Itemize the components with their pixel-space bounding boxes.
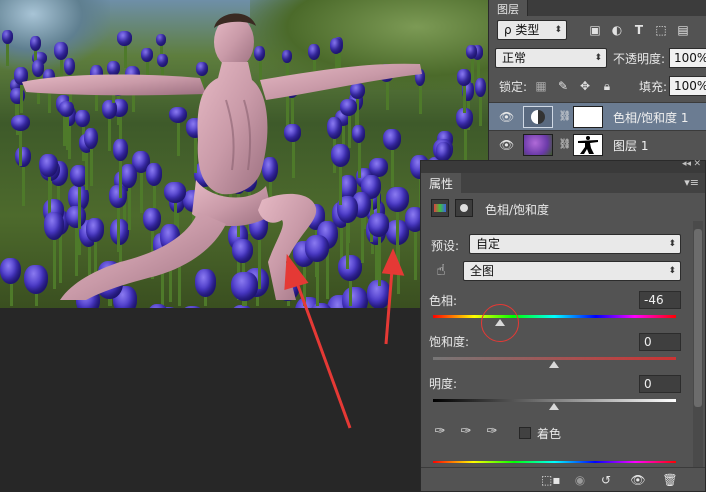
targeted-adjustment-hand-icon[interactable]: ☝: [431, 262, 451, 282]
spectrum-preview-bar: [433, 461, 676, 463]
adjustment-filter-icon[interactable]: ◐: [609, 22, 625, 38]
opacity-input[interactable]: 100%: [669, 48, 706, 68]
trash-icon[interactable]: 🗑︎: [661, 471, 679, 489]
fill-input[interactable]: 100%: [669, 76, 706, 96]
type-filter-icon[interactable]: T: [631, 22, 647, 38]
layers-panel: 图层 ρ 类型 ⬍ ▣ ◐ T ⬚ ▤ 正常 ⬍ 不透明度: 100% 锁定: …: [488, 0, 706, 160]
blend-mode-select[interactable]: 正常 ⬍: [495, 48, 607, 68]
opacity-label: 不透明度:: [613, 52, 666, 66]
channel-select[interactable]: 全图 ⬍: [463, 261, 681, 281]
blend-mode-label: 正常: [502, 51, 527, 65]
document-canvas[interactable]: [0, 0, 488, 308]
eye-icon[interactable]: 👁︎: [499, 110, 514, 124]
layer-image-thumb: [523, 134, 553, 156]
hue-value-input[interactable]: -46: [639, 291, 681, 309]
layer-mask-thumb[interactable]: [573, 134, 603, 156]
properties-scrollbar[interactable]: [693, 221, 703, 471]
chevron-updown-icon: ⬍: [594, 53, 602, 63]
channel-value: 全图: [470, 264, 495, 278]
smart-object-filter-icon[interactable]: ▤: [675, 22, 691, 38]
preset-value: 自定: [476, 237, 501, 251]
chevron-updown-icon: ⬍: [668, 266, 676, 276]
preset-select[interactable]: 自定 ⬍: [469, 234, 681, 254]
adjustment-thumb-icon: [523, 106, 553, 128]
pixel-filter-icon[interactable]: ▣: [587, 22, 603, 38]
lock-transparency-icon[interactable]: ▦: [533, 78, 549, 94]
lock-label: 锁定:: [499, 80, 528, 94]
eyedropper-minus-icon[interactable]: ✑: [483, 423, 501, 441]
lightness-slider-thumb[interactable]: [549, 403, 559, 410]
chevron-updown-icon: ⬍: [668, 239, 676, 249]
lightness-slider-track[interactable]: [433, 399, 676, 402]
properties-panel: ◂◂ ✕ 属性 ▾≡ 色相/饱和度 预设: 自定 ⬍ ☝ 全图 ⬍ 色相: -4…: [420, 159, 706, 492]
collapse-icon[interactable]: ◂◂: [682, 159, 691, 169]
panel-menu-icon[interactable]: ▾≡: [684, 176, 699, 189]
layer-row-layer-1[interactable]: 👁︎ ⛓ 图层 1: [489, 130, 706, 158]
layer-row-hue-saturation[interactable]: 👁︎ ⛓ 色相/饱和度 1: [489, 102, 706, 130]
colorize-label: 着色: [537, 427, 562, 441]
close-icon[interactable]: ✕: [693, 159, 701, 169]
tab-properties[interactable]: 属性: [421, 173, 462, 193]
properties-footer: ⬚▪ ◉ ↺ 👁︎ 🗑︎: [421, 467, 705, 491]
tab-layers[interactable]: 图层: [489, 0, 528, 16]
adjustment-title: 色相/饱和度: [485, 203, 550, 217]
clip-to-layer-icon[interactable]: ⬚▪: [541, 471, 560, 489]
layer-kind-filter[interactable]: ρ 类型 ⬍: [497, 20, 567, 40]
scrollbar-thumb[interactable]: [694, 229, 702, 407]
fill-label: 填充:: [639, 80, 668, 94]
chevron-updown-icon: ⬍: [554, 25, 562, 35]
hue-label: 色相:: [429, 294, 458, 308]
lightness-label: 明度:: [429, 377, 458, 391]
hue-slider-track[interactable]: [433, 315, 676, 318]
lightness-value-input[interactable]: 0: [639, 375, 681, 393]
saturation-label: 饱和度:: [429, 335, 470, 349]
shape-filter-icon[interactable]: ⬚: [653, 22, 669, 38]
view-previous-icon[interactable]: ◉: [571, 471, 589, 489]
dancer-figure: [22, 13, 422, 300]
eyedropper-icon[interactable]: ✑: [431, 423, 449, 441]
colorize-checkbox[interactable]: [519, 427, 531, 439]
figure-silhouette-icon: [578, 136, 598, 154]
layer-name[interactable]: 图层 1: [613, 137, 648, 154]
mask-thumb[interactable]: [573, 106, 603, 128]
lock-position-icon[interactable]: ✥: [577, 78, 593, 94]
layer-kind-filter-label: ρ 类型: [504, 23, 540, 37]
preset-label: 预设:: [431, 239, 460, 253]
eye-icon[interactable]: 👁︎: [499, 138, 514, 152]
link-icon: ⛓: [558, 111, 572, 122]
adjustment-icon[interactable]: [431, 199, 449, 217]
link-icon: ⛓: [558, 139, 572, 150]
saturation-slider-thumb[interactable]: [549, 361, 559, 368]
lock-paint-icon[interactable]: ✎: [555, 78, 571, 94]
saturation-slider-track[interactable]: [433, 357, 676, 360]
reset-icon[interactable]: ↺: [597, 471, 615, 489]
pasteboard-area: [0, 308, 420, 492]
layer-name[interactable]: 色相/饱和度 1: [613, 109, 689, 126]
highlight-circle: [481, 304, 519, 342]
mask-icon[interactable]: [455, 199, 473, 217]
visibility-eye-icon[interactable]: 👁︎: [629, 471, 647, 489]
eyedropper-plus-icon[interactable]: ✑: [457, 423, 475, 441]
saturation-value-input[interactable]: 0: [639, 333, 681, 351]
lock-all-icon[interactable]: 🔒︎: [599, 78, 615, 94]
